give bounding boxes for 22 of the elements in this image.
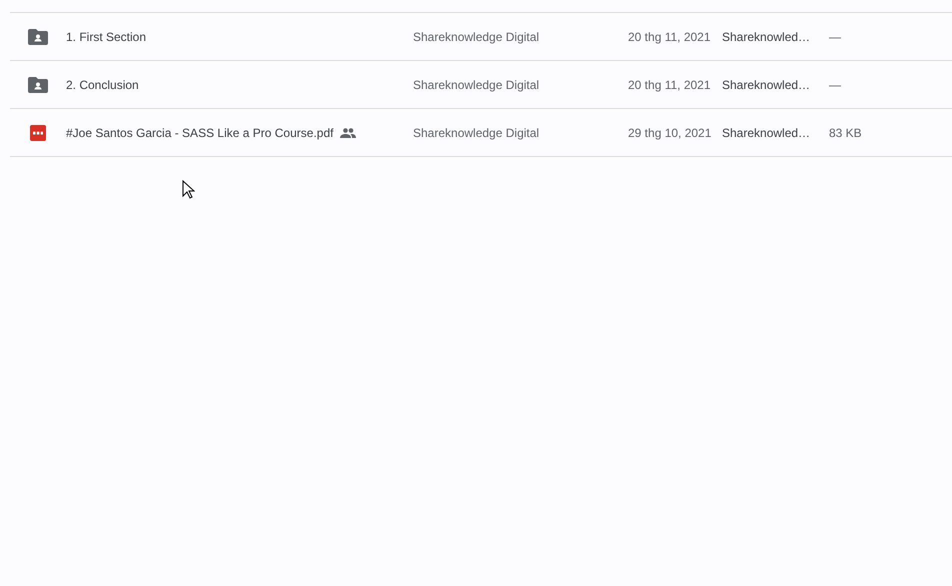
mouse-pointer-icon — [182, 180, 195, 199]
file-row[interactable]: 2. Conclusion Shareknowledge Digital 20 thg 11, 2021 Shareknowled… — — [10, 61, 952, 109]
file-name: #Joe Santos Garcia - SASS Like a Pro Course.pdf — [66, 126, 334, 140]
pdf-icon — [30, 124, 46, 140]
modified-date: 20 thg 11, 2021 — [628, 30, 712, 44]
modified-by: Shareknowled… — [722, 126, 812, 140]
owner-cell-text: Shareknowledge Digital — [413, 78, 540, 92]
file-size: — — [829, 78, 841, 92]
shared-folder-icon — [28, 76, 48, 92]
modified-date: 20 thg 11, 2021 — [628, 78, 712, 92]
file-name: 1. First Section — [66, 30, 146, 44]
owner-cell-text: Shareknowledge Digital — [413, 30, 540, 44]
shared-folder-icon — [28, 28, 48, 44]
modified-by: Shareknowled… — [722, 30, 812, 44]
file-size: — — [829, 30, 841, 44]
modified-date: 29 thg 10, 2021 — [628, 126, 712, 140]
file-row[interactable]: 1. First Section Shareknowledge Digital 20 thg 11, 2021 Shareknowled… — — [10, 13, 952, 61]
modified-by: Shareknowled… — [722, 78, 812, 92]
file-row[interactable]: #Joe Santos Garcia - SASS Like a Pro Course.pdf Shareknowledge Digital 29 thg 10, 2021 Shareknowled… 83 KB — [10, 109, 952, 157]
file-name: 2. Conclusion — [66, 78, 139, 92]
owner-cell-text: Shareknowledge Digital — [413, 126, 540, 140]
file-size: 83 KB — [829, 126, 862, 140]
